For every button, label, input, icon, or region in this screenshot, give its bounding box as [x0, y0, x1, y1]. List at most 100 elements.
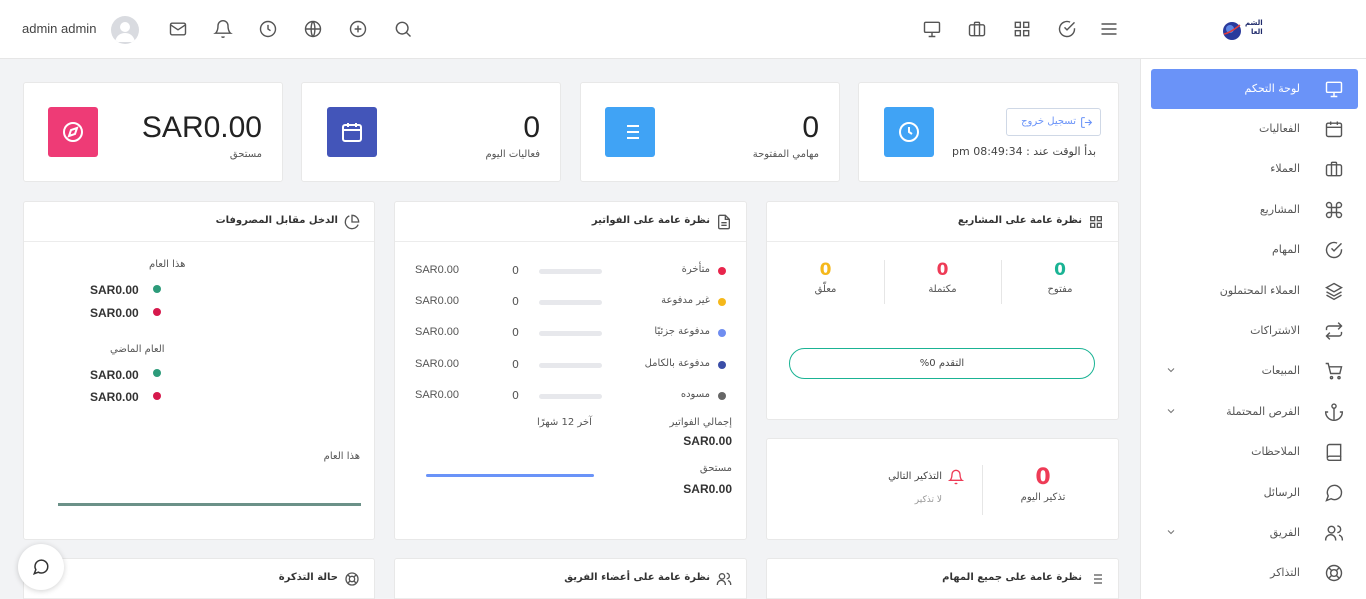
sidebar-item-tasks[interactable]: المهام	[1151, 230, 1358, 270]
expense-dot	[153, 308, 161, 316]
sidebar-item-label: العملاء	[1270, 162, 1300, 175]
grid-icon	[1088, 214, 1104, 230]
invoice-row-draft[interactable]: مسوده 0 SAR0.00	[395, 388, 748, 408]
logo-text: الشم العا	[1245, 19, 1263, 37]
message-icon	[1324, 483, 1344, 503]
sidebar-item-team[interactable]: الفريق	[1151, 513, 1358, 553]
invoice-row-label: متأخرة	[681, 264, 710, 275]
invoice-row-label: مسوده	[680, 389, 710, 400]
list-icon	[622, 125, 639, 139]
sidebar-item-subscriptions[interactable]: الاشتراكات	[1151, 311, 1358, 351]
calendar-icon	[1324, 119, 1344, 139]
sidebar-item-notes[interactable]: الملاحظات	[1151, 432, 1358, 472]
today-reminders-value: 0	[1035, 465, 1051, 490]
invoice-row-bar	[539, 300, 602, 305]
chat-button[interactable]	[18, 544, 64, 590]
projects-hold[interactable]: 0 معلّق	[767, 260, 884, 295]
pie-chart-icon	[344, 214, 360, 230]
lifebuoy-icon	[1324, 563, 1344, 583]
log-out-icon	[1081, 117, 1093, 128]
today-events-card[interactable]: 0 فعاليات اليوم	[301, 82, 561, 182]
avatar[interactable]	[111, 16, 139, 44]
book-icon	[1324, 442, 1344, 462]
open-tasks-card[interactable]: 0 مهامي المفتوحة	[580, 82, 840, 182]
grid-icon[interactable]	[1012, 19, 1032, 39]
invoice-row-bar	[539, 331, 602, 336]
logo-line-1: الشم	[1245, 19, 1263, 27]
menu-icon[interactable]	[1099, 19, 1119, 39]
invoices-header: نظرة عامة على الفواتير	[395, 202, 746, 242]
invoice-row-overdue[interactable]: متأخرة 0 SAR0.00	[395, 263, 748, 283]
sidebar-item-projects[interactable]: المشاريع	[1151, 190, 1358, 230]
top-bar: admin admin الشم العا	[0, 0, 1366, 59]
clock-out-button[interactable]: تسجيل خروج	[1006, 108, 1101, 136]
invoice-row-partially-paid[interactable]: مدفوعة جزئيًا 0 SAR0.00	[395, 325, 748, 345]
projects-open[interactable]: 0 مفتوح	[1001, 260, 1119, 295]
users-icon	[1324, 523, 1344, 543]
bell-icon[interactable]	[213, 19, 233, 39]
all-tasks-header: نظرة عامة على جميع المهام	[767, 559, 1118, 599]
sidebar-item-messages[interactable]: الرسائل	[1151, 473, 1358, 513]
user-name[interactable]: admin admin	[22, 21, 96, 36]
sidebar-item-label: لوحة التحكم	[1244, 82, 1300, 95]
tasks-box	[605, 107, 655, 157]
briefcase-icon	[1324, 159, 1344, 179]
no-reminder-label: لا تذكير	[914, 495, 942, 505]
projects-completed[interactable]: 0 مكتملة	[884, 260, 1001, 295]
clock-icon[interactable]	[258, 19, 278, 39]
invoice-row-amount: SAR0.00	[415, 389, 460, 401]
team-header: نظرة عامة على أعضاء الفريق	[395, 559, 746, 599]
invoice-row-amount: SAR0.00	[415, 264, 460, 276]
invoice-row-unpaid[interactable]: غير مدفوعة 0 SAR0.00	[395, 294, 748, 314]
monitor-icon[interactable]	[922, 19, 942, 39]
sidebar-item-tickets[interactable]: التذاكر	[1151, 553, 1358, 593]
invoice-row-count: 0	[512, 326, 519, 339]
sidebar-item-leads[interactable]: العملاء المحتملون	[1151, 271, 1358, 311]
chevron-down-icon[interactable]	[1165, 364, 1177, 376]
divider	[884, 260, 885, 304]
command-icon	[1324, 200, 1344, 220]
sidebar-item-opportunities[interactable]: الفرص المحتملة	[1151, 392, 1358, 432]
sidebar-item-label: الفريق	[1269, 526, 1300, 539]
cart-icon	[1324, 361, 1344, 381]
briefcase-icon[interactable]	[967, 19, 987, 39]
search-icon[interactable]	[393, 19, 413, 39]
message-icon	[32, 559, 49, 576]
globe-icon[interactable]	[303, 19, 323, 39]
today-reminders[interactable]: 0 تذكير اليوم	[983, 465, 1103, 503]
sidebar-item-label: المهام	[1272, 243, 1300, 256]
check-circle-icon[interactable]	[1057, 19, 1077, 39]
sidebar-item-dashboard[interactable]: لوحة التحكم	[1151, 69, 1358, 109]
invoice-row-label: مدفوعة جزئيًا	[654, 326, 710, 337]
chevron-down-icon[interactable]	[1165, 526, 1177, 538]
invoice-row-amount: SAR0.00	[415, 295, 460, 307]
repeat-icon	[1324, 321, 1344, 341]
sidebar-item-sales[interactable]: المبيعات	[1151, 351, 1358, 391]
team-overview-card: نظرة عامة على أعضاء الفريق	[394, 558, 747, 599]
compass-icon	[63, 122, 83, 142]
sidebar-item-label: الفرص المحتملة	[1226, 405, 1300, 418]
invoices-total-label: إجمالي الفواتير	[669, 417, 733, 428]
sidebar-item-label: التذاكر	[1270, 566, 1300, 579]
bell-icon	[948, 469, 964, 485]
income-dot	[153, 285, 161, 293]
chevron-down-icon[interactable]	[1165, 405, 1177, 417]
income-header: الدخل مقابل المصروفات	[24, 202, 374, 242]
due-value: SAR0.00	[141, 111, 262, 144]
check-circle-icon	[1324, 240, 1344, 260]
invoice-row-label: غير مدفوعة	[661, 295, 710, 306]
this-year-expense: SAR0.00	[90, 306, 139, 320]
clock-card: تسجيل خروج بدأ الوقت عند : 08:49:34 pm	[858, 82, 1119, 182]
due-card[interactable]: SAR0.00 مستحق	[23, 82, 283, 182]
logo[interactable]: الشم العا	[1222, 18, 1288, 44]
anchor-icon	[1324, 402, 1344, 422]
status-dot	[718, 329, 726, 337]
invoice-row-fully-paid[interactable]: مدفوعة بالكامل 0 SAR0.00	[395, 357, 748, 377]
status-dot	[718, 392, 726, 400]
plus-circle-icon[interactable]	[348, 19, 368, 39]
sidebar-item-label: الرسائل	[1263, 486, 1300, 499]
sidebar-item-clients[interactable]: العملاء	[1151, 149, 1358, 189]
mail-icon[interactable]	[168, 19, 188, 39]
sidebar-item-events[interactable]: الفعاليات	[1151, 109, 1358, 149]
events-box	[327, 107, 377, 157]
